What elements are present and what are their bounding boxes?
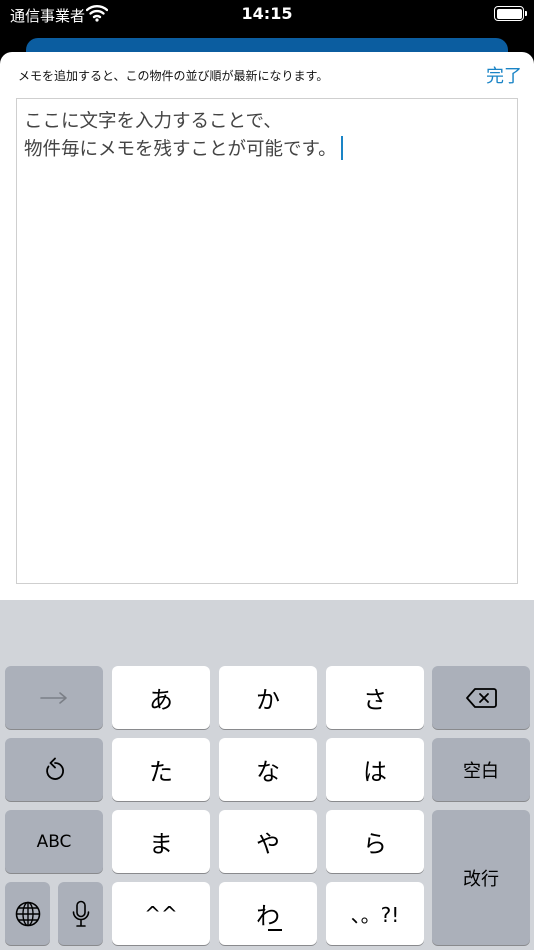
- key-ra[interactable]: ら: [326, 810, 424, 873]
- memo-sheet: メモを追加すると、この物件の並び順が最新になります。 完了 ここに文字を入力する…: [0, 52, 534, 600]
- key-ya[interactable]: や: [219, 810, 317, 873]
- microphone-icon: [72, 900, 89, 927]
- key-ta[interactable]: た: [112, 738, 210, 801]
- key-wa-underline: [268, 929, 282, 931]
- key-wa-label: わ: [256, 902, 280, 931]
- key-sa[interactable]: さ: [326, 666, 424, 729]
- done-button[interactable]: 完了: [486, 62, 522, 88]
- memo-line-2-text: 物件毎にメモを残すことが可能です。: [24, 139, 337, 160]
- battery-icon: [494, 6, 527, 21]
- memo-text: ここに文字を入力することで、 物件毎にメモを残すことが可能です。: [24, 108, 344, 164]
- key-ha[interactable]: は: [326, 738, 424, 801]
- key-a[interactable]: あ: [112, 666, 210, 729]
- key-emoticon[interactable]: ^^: [112, 882, 210, 945]
- memo-note: メモを追加すると、この物件の並び順が最新になります。: [18, 69, 329, 83]
- key-punctuation[interactable]: 、。?!: [326, 882, 424, 945]
- undo-key[interactable]: [5, 738, 103, 801]
- next-candidate-key[interactable]: [5, 666, 103, 729]
- memo-line-2: 物件毎にメモを残すことが可能です。: [24, 136, 344, 164]
- arrow-right-icon: [40, 691, 67, 704]
- delete-key[interactable]: [432, 666, 530, 729]
- dictation-key[interactable]: [58, 882, 103, 945]
- key-wa[interactable]: わ: [219, 882, 317, 945]
- key-ma[interactable]: ま: [112, 810, 210, 873]
- key-ka[interactable]: か: [219, 666, 317, 729]
- status-bar: 通信事業者 14:15: [0, 0, 534, 30]
- memo-line-1: ここに文字を入力することで、: [24, 111, 282, 132]
- globe-key[interactable]: [5, 882, 50, 945]
- clock: 14:15: [241, 4, 293, 23]
- key-na[interactable]: な: [219, 738, 317, 801]
- delete-backward-icon: [466, 687, 497, 708]
- abc-key[interactable]: ABC: [5, 810, 103, 873]
- return-key[interactable]: 改行: [432, 810, 530, 945]
- globe-icon: [15, 901, 40, 926]
- undo-icon: [46, 757, 64, 780]
- japanese-kana-keyboard: あ か さ た な は 空白 ABC ま や ら 改行 ^^ わ 、。?!: [0, 600, 534, 950]
- text-caret: [340, 136, 344, 160]
- space-key[interactable]: 空白: [432, 738, 530, 801]
- memo-textarea[interactable]: ここに文字を入力することで、 物件毎にメモを残すことが可能です。: [16, 98, 518, 584]
